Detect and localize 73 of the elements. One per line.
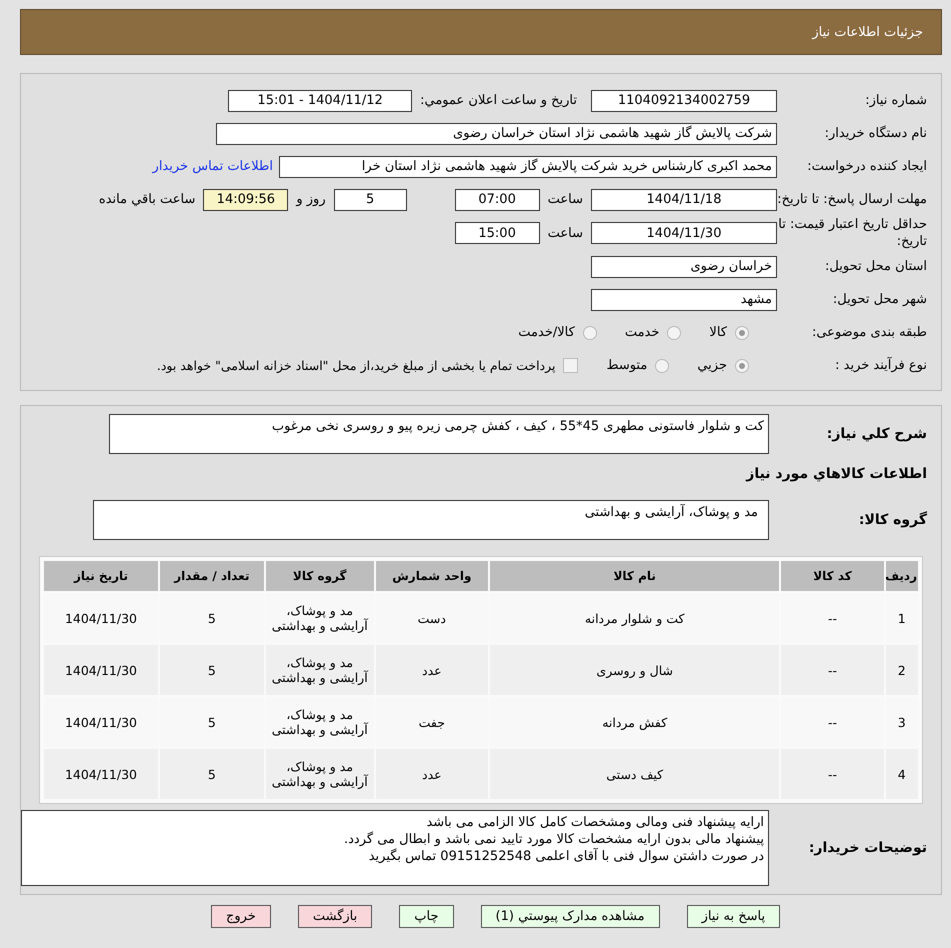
group-textarea[interactable]: مد و پوشاک، آرایشی و بهداشتی [93,500,769,540]
column-header: واحد شمارش [376,561,488,591]
field-label: شهر محل تحویل: [832,291,927,308]
radio-button[interactable] [735,358,749,372]
radio-label: جزيي [697,358,727,373]
need-number-field[interactable]: 1104092134002759 [591,90,777,112]
radio-label: متوسط [606,358,648,373]
radio-button[interactable] [582,326,597,340]
column-header: کد کالا [781,561,884,591]
page-title: جزئیات اطلاعات نیاز [812,24,923,40]
table-cell: کیف دستی [490,749,780,799]
table-cell: 5 [160,645,264,695]
field-label: شرح کلي نياز: [826,426,927,442]
column-header: نام کالا [490,561,780,591]
field-label: استان محل تحویل: [824,258,927,275]
table-cell: شال و روسری [490,645,780,695]
table-cell: -- [781,645,884,695]
radio-button[interactable] [667,326,682,340]
checkbox-label: پرداخت تمام یا بخشی از مبلغ خرید،از محل "اسناد خزانه اسلامی" خواهد بود. [156,358,556,373]
field-label: روز و [296,192,326,207]
checkbox[interactable] [563,358,578,373]
days-field[interactable]: 5 [334,188,407,210]
radio-label: خدمت [624,325,660,340]
radio-label: کالا/خدمت [518,325,575,340]
city-field[interactable]: مشهد [591,288,777,310]
column-header: گروه کالا [266,561,374,591]
field-label: ساعت باقي مانده [98,192,196,207]
table-cell: 1404/11/30 [44,645,158,695]
table-cell: 2 [886,645,918,695]
column-header: تعداد / مقدار [160,561,264,591]
field-label: گروه کالا: [858,512,927,528]
field-label: طبقه بندی موضوعی: [810,324,927,341]
notes-textarea[interactable]: ارایه پیشنهاد فنی ومالی ومشخصات کامل کالا الزامی می باشد پیشنهاد مالی بدون ارایه مشخصات کالا مورد تایید نمی باشد و ابطال می گردد. در صورت داشتن سوال فنی با آقای اعلمی 09151252548 تماس بگیرید [21,810,769,886]
requester-field[interactable]: محمد اکبری کارشناس خرید شرکت پالایش گاز شهید هاشمی نژاد استان خرا [279,156,777,178]
field-label: حداقل تاریخ اعتبار قیمت: تا تاریخ: [777,216,927,250]
field-label: ساعت [548,226,583,240]
announce-date-field[interactable]: 1404/11/12 - 15:01 [228,90,412,112]
action-button[interactable]: بازگشت [298,905,372,928]
table-cell: 4 [886,749,918,799]
field-label: نام دستگاه خریدار: [824,125,927,142]
remaining-time-field: 14:09:56 [203,188,288,210]
province-field[interactable]: خراسان رضوی [591,256,777,278]
time-field[interactable]: 07:00 [454,188,540,210]
action-button[interactable]: پاسخ به نیاز [686,905,780,928]
column-header: رديف [886,561,918,591]
table-cell: -- [781,749,884,799]
action-button[interactable]: مشاهده مدارک پیوستي (1) [480,905,660,928]
radio-label: کالا [709,325,727,340]
field-label: توضیحات خریدار: [808,840,927,856]
column-header: تاریخ نیاز [44,561,158,591]
field-label: شماره نیاز: [864,92,927,109]
buyer-field[interactable]: شرکت پالایش گاز شهید هاشمی نژاد استان خراسان رضوی [216,122,777,144]
table-cell: مد و پوشاک، آرایشی و بهداشتی [266,645,374,695]
table-cell: عدد [376,749,488,799]
table-cell: 5 [160,749,264,799]
buyer-contact-link[interactable]: اطلاعات تماس خریدار [152,159,273,174]
description-textarea[interactable]: کت و شلوار فاستونی مطهری 45*55 ، کیف ، کفش چرمی زیره پیو و روسری نخی مرغوب [109,414,769,454]
field-label: تاریخ و ساعت اعلان عمومي: [420,93,577,108]
table-cell: مد و پوشاک، آرایشی و بهداشتی [266,749,374,799]
table-cell: 1404/11/30 [44,749,158,799]
action-button[interactable]: چاپ [399,905,454,928]
field-label: نوع فرآیند خرید : [834,357,927,374]
field-label: مهلت ارسال پاسخ: تا تاریخ: [777,191,927,208]
field-label: ایجاد کننده درخواست: [806,158,927,175]
section-title: اطلاعات کالاهاي مورد نياز [744,465,928,484]
date-field[interactable]: 1404/11/30 [591,222,777,244]
field-label: ساعت [548,192,583,207]
table-cell: عدد [376,645,488,695]
time-field[interactable]: 15:00 [454,222,540,244]
radio-button[interactable] [655,358,670,372]
date-field[interactable]: 1404/11/18 [591,188,777,210]
action-button[interactable]: خروج [210,905,271,928]
radio-button[interactable] [735,326,749,340]
